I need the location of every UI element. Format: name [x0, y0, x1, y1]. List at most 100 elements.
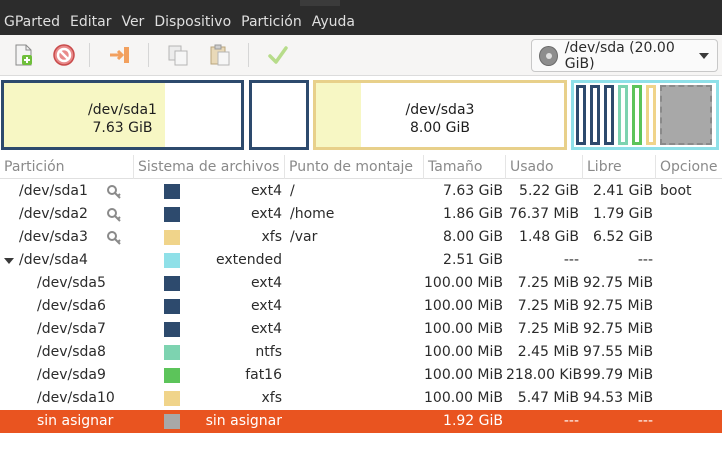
- used: 7.25 MiB: [517, 321, 579, 337]
- partition-name: /dev/sda10: [37, 390, 115, 406]
- used: 7.25 MiB: [517, 298, 579, 314]
- menu-editar[interactable]: Editar: [65, 6, 116, 35]
- col-opciones[interactable]: Opcione: [656, 155, 722, 179]
- filesystem: xfs: [261, 390, 282, 406]
- used: 5.22 GiB: [519, 183, 579, 199]
- col-tamano[interactable]: Tamaño: [424, 155, 506, 179]
- diskmap-sda5[interactable]: [576, 85, 586, 145]
- table-row[interactable]: /dev/sda8 ntfs 100.00 MiB 2.45 MiB 97.55 MiB: [0, 341, 722, 364]
- filesystem: ntfs: [255, 344, 282, 360]
- partition-name: /dev/sda3: [19, 229, 88, 245]
- table-row[interactable]: /dev/sda5 ext4 100.00 MiB 7.25 MiB 92.75 MiB: [0, 272, 722, 295]
- copy-icon: [168, 45, 188, 66]
- expander-icon[interactable]: [4, 258, 14, 264]
- menu-particion[interactable]: Partición: [236, 6, 307, 35]
- toolbar-separator: [248, 43, 249, 67]
- diskmap-sda7[interactable]: [604, 85, 614, 145]
- table-row[interactable]: /dev/sda2 ext4/home 1.86 GiB 76.37 MiB 1.79 …: [0, 203, 722, 226]
- diskmap-sda10[interactable]: [646, 85, 656, 145]
- diskmap-unallocated[interactable]: [660, 85, 712, 145]
- delete-button[interactable]: [51, 42, 77, 68]
- size: 100.00 MiB: [424, 367, 504, 383]
- free: 92.75 MiB: [583, 275, 654, 291]
- table-row[interactable]: /dev/sda6 ext4 100.00 MiB 7.25 MiB 92.75 MiB: [0, 295, 722, 318]
- partition-name: /dev/sda6: [37, 298, 106, 314]
- resize-move-button[interactable]: [107, 42, 133, 68]
- menu-ver[interactable]: Ver: [116, 6, 149, 35]
- used: 218.00 KiB: [506, 367, 583, 383]
- partition-name: /dev/sda5: [37, 275, 106, 291]
- filesystem: ext4: [250, 321, 282, 337]
- fs-color-swatch: [164, 391, 180, 406]
- menu-gparted[interactable]: GParted: [0, 6, 65, 35]
- fs-color-swatch: [164, 345, 180, 360]
- table-row[interactable]: /dev/sda3 xfs/var 8.00 GiB 1.48 GiB 6.52 GiB: [0, 226, 722, 249]
- fs-color-swatch: [164, 322, 180, 337]
- table-row[interactable]: /dev/sda1 ext4 / 7.63 GiB 5.22 GiB 2.41 GiB bo…: [0, 180, 722, 203]
- free: 1.79 GiB: [593, 206, 653, 222]
- size: 100.00 MiB: [424, 390, 504, 406]
- used: ---: [563, 413, 579, 429]
- col-particion[interactable]: Partición: [0, 155, 134, 179]
- col-punto-montaje[interactable]: Punto de montaje: [285, 155, 424, 179]
- table-row[interactable]: sin asignar sin asignar 1.92 GiB --- ---: [0, 410, 722, 433]
- chevron-down-icon: [699, 52, 709, 59]
- table-row[interactable]: /dev/sda9 fat16 100.00 MiB 218.00 KiB 99.79 …: [0, 364, 722, 387]
- free: ---: [637, 413, 653, 429]
- mount-point: /home: [290, 206, 335, 222]
- diskmap-sda4-extended[interactable]: [571, 80, 719, 150]
- filesystem: fat16: [245, 367, 282, 383]
- diskmap-sda2[interactable]: [249, 80, 309, 150]
- table-row[interactable]: /dev/sda10 xfs 100.00 MiB 5.47 MiB 94.53 MiB: [0, 387, 722, 410]
- size: 100.00 MiB: [424, 344, 504, 360]
- paste-button[interactable]: [207, 42, 233, 68]
- free: 99.79 MiB: [583, 367, 654, 383]
- flags: boot: [660, 183, 692, 199]
- free: 6.52 GiB: [593, 229, 653, 245]
- filesystem: ext4: [250, 183, 282, 199]
- filesystem: extended: [215, 252, 282, 268]
- free: ---: [637, 252, 653, 268]
- partition-name: /dev/sda7: [37, 321, 106, 337]
- disk-icon: [539, 45, 558, 66]
- menu-ayuda[interactable]: Ayuda: [307, 6, 360, 35]
- used: 76.37 MiB: [508, 206, 579, 222]
- new-partition-button[interactable]: [10, 42, 36, 68]
- apply-icon: [268, 46, 288, 64]
- diskmap-sda9[interactable]: [632, 85, 642, 145]
- col-usado[interactable]: Usado: [506, 155, 583, 179]
- free: 2.41 GiB: [593, 183, 653, 199]
- fs-color-swatch: [164, 414, 180, 429]
- free: 97.55 MiB: [583, 344, 654, 360]
- toolbar-separator: [89, 43, 90, 67]
- filesystem: xfs: [261, 229, 282, 245]
- size: 1.86 GiB: [443, 206, 503, 222]
- device-selector[interactable]: /dev/sda (20.00 GiB): [531, 39, 718, 72]
- size: 2.51 GiB: [443, 252, 503, 268]
- col-sistema-archivos[interactable]: Sistema de archivos: [134, 155, 285, 179]
- sda1-map-label: /dev/sda1 7.63 GiB: [88, 102, 157, 136]
- filesystem: ext4: [250, 275, 282, 291]
- table-header: Partición Sistema de archivos Punto de m…: [0, 155, 722, 179]
- toolbar: /dev/sda (20.00 GiB): [0, 35, 722, 76]
- col-libre[interactable]: Libre: [583, 155, 656, 179]
- fs-color-swatch: [164, 184, 180, 199]
- table-row[interactable]: /dev/sda4 extended 2.51 GiB --- ---: [0, 249, 722, 272]
- partition-name: /dev/sda9: [37, 367, 106, 383]
- free: 94.53 MiB: [583, 390, 654, 406]
- diskmap-sda8[interactable]: [618, 85, 628, 145]
- diskmap-sda3[interactable]: /dev/sda3 8.00 GiB: [313, 80, 567, 150]
- used: 5.47 MiB: [517, 390, 579, 406]
- menu-dispositivo[interactable]: Dispositivo: [149, 6, 236, 35]
- apply-button[interactable]: [265, 42, 291, 68]
- size: 100.00 MiB: [424, 298, 504, 314]
- diskmap-sda1[interactable]: /dev/sda1 7.63 GiB: [1, 80, 244, 150]
- copy-button[interactable]: [165, 42, 191, 68]
- diskmap-sda6[interactable]: [590, 85, 600, 145]
- sda3-map-label: /dev/sda3 8.00 GiB: [405, 102, 475, 136]
- fs-color-swatch: [164, 368, 180, 383]
- partition-name: /dev/sda8: [37, 344, 106, 360]
- key-icon: [106, 184, 122, 199]
- mount-point: /var: [290, 229, 318, 245]
- table-row[interactable]: /dev/sda7 ext4 100.00 MiB 7.25 MiB 92.75 MiB: [0, 318, 722, 341]
